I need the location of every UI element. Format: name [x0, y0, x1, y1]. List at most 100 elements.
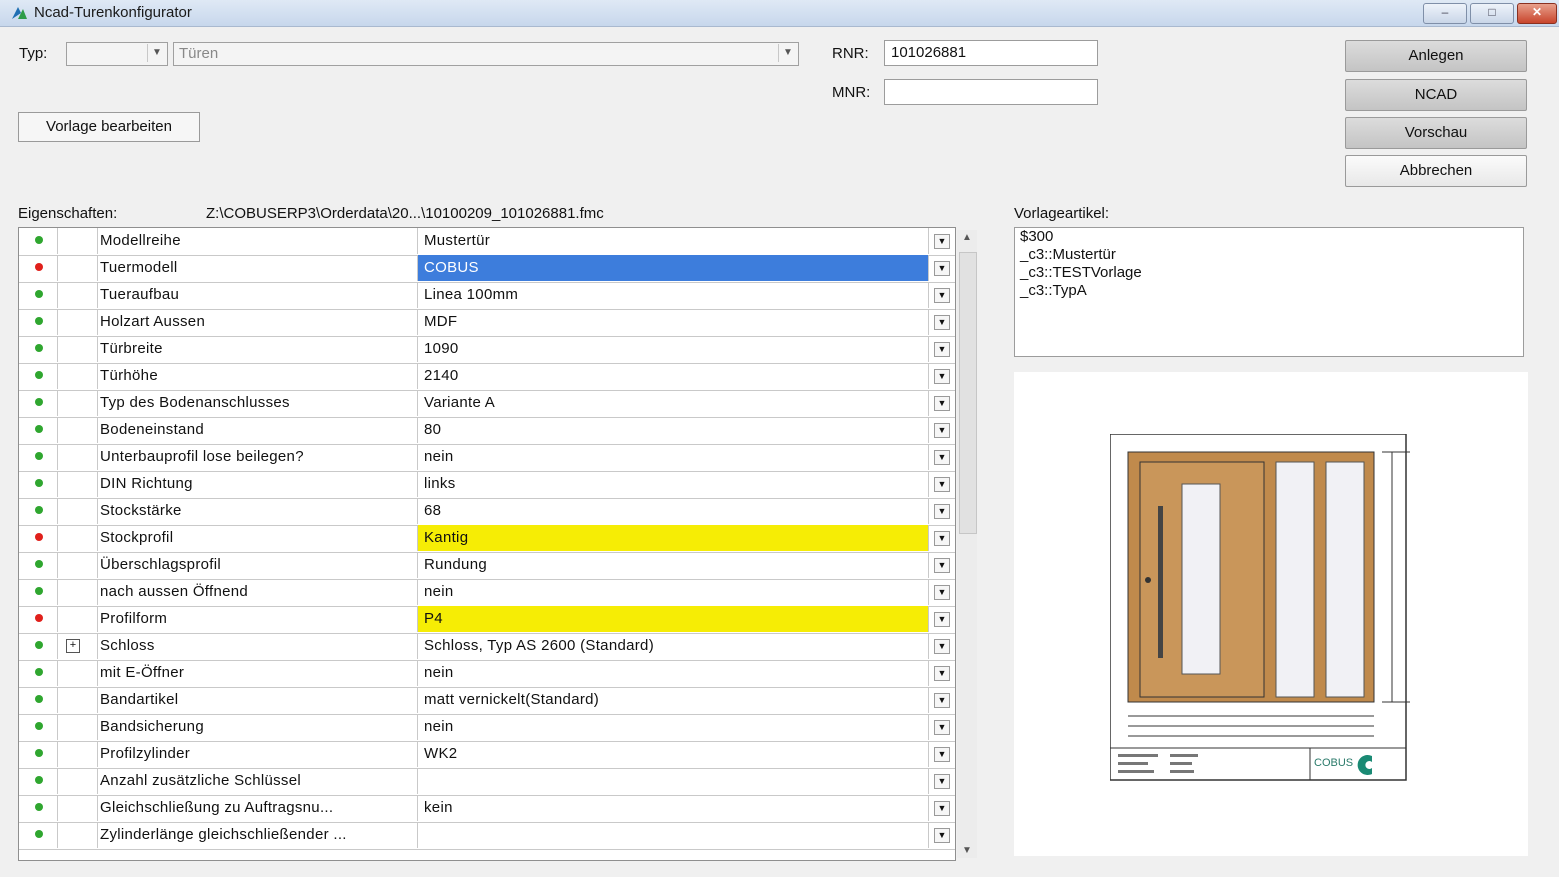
dropdown-cell[interactable]: ▼ [929, 309, 954, 335]
vorschau-button[interactable]: Vorschau [1345, 117, 1527, 149]
property-row[interactable]: Türhöhe 2140 ▼ [19, 363, 955, 391]
dropdown-cell[interactable]: ▼ [929, 606, 954, 632]
chevron-down-icon[interactable]: ▼ [934, 342, 950, 357]
dropdown-cell[interactable]: ▼ [929, 255, 954, 281]
vorlage-bearbeiten-button[interactable]: Vorlage bearbeiten [18, 112, 200, 142]
dropdown-cell[interactable]: ▼ [929, 660, 954, 686]
dropdown-cell[interactable]: ▼ [929, 336, 954, 362]
chevron-down-icon[interactable]: ▼ [934, 423, 950, 438]
property-row[interactable]: Typ des Bodenanschlusses Variante A ▼ [19, 390, 955, 418]
property-row[interactable]: Holzart Aussen MDF ▼ [19, 309, 955, 337]
chevron-down-icon[interactable]: ▼ [934, 666, 950, 681]
chevron-down-icon[interactable]: ▼ [934, 774, 950, 789]
dropdown-cell[interactable]: ▼ [929, 741, 954, 767]
property-row[interactable]: Unterbauprofil lose beilegen? nein ▼ [19, 444, 955, 472]
dropdown-cell[interactable]: ▼ [929, 822, 954, 848]
dropdown-cell[interactable]: ▼ [929, 471, 954, 497]
chevron-down-icon[interactable]: ▼ [934, 504, 950, 519]
property-value-cell[interactable]: Rundung [418, 552, 929, 578]
chevron-down-icon[interactable]: ▼ [934, 612, 950, 627]
chevron-down-icon[interactable]: ▼ [934, 234, 950, 249]
property-value-cell[interactable]: 2140 [418, 363, 929, 389]
dropdown-cell[interactable]: ▼ [929, 498, 954, 524]
property-row[interactable]: Zylinderlänge gleichschließender ... ▼ [19, 822, 955, 850]
chevron-down-icon[interactable]: ▼ [934, 477, 950, 492]
chevron-down-icon[interactable]: ▼ [934, 693, 950, 708]
property-value-cell[interactable]: 80 [418, 417, 929, 443]
property-row[interactable]: Modellreihe Mustertür ▼ [19, 228, 955, 256]
property-value-cell[interactable]: nein [418, 660, 929, 686]
property-row[interactable]: Anzahl zusätzliche Schlüssel ▼ [19, 768, 955, 796]
chevron-down-icon[interactable]: ▼ [934, 531, 950, 546]
property-row[interactable]: Tuermodell COBUS ▼ [19, 255, 955, 283]
property-row[interactable]: Türbreite 1090 ▼ [19, 336, 955, 364]
anlegen-button[interactable]: Anlegen [1345, 40, 1527, 72]
property-value-cell[interactable]: P4 [418, 606, 929, 632]
chevron-down-icon[interactable]: ▼ [934, 288, 950, 303]
chevron-down-icon[interactable]: ▼ [934, 801, 950, 816]
dropdown-cell[interactable]: ▼ [929, 228, 954, 254]
maximize-button[interactable]: □ [1470, 3, 1514, 24]
property-value-cell[interactable] [418, 822, 929, 848]
turen-combo[interactable]: Türen ▼ [173, 42, 799, 66]
property-value-cell[interactable]: MDF [418, 309, 929, 335]
rnr-field[interactable]: 101026881 [884, 40, 1098, 66]
typ-combo[interactable]: ▼ [66, 42, 168, 66]
property-row[interactable]: Bandsicherung nein ▼ [19, 714, 955, 742]
chevron-down-icon[interactable]: ▼ [934, 747, 950, 762]
grid-scrollbar[interactable]: ▲ ▼ [957, 230, 977, 858]
abbrechen-button[interactable]: Abbrechen [1345, 155, 1527, 187]
scroll-up-icon[interactable]: ▲ [957, 232, 977, 243]
property-row[interactable]: Tueraufbau Linea 100mm ▼ [19, 282, 955, 310]
chevron-down-icon[interactable]: ▼ [934, 639, 950, 654]
dropdown-cell[interactable]: ▼ [929, 417, 954, 443]
property-row[interactable]: Stockstärke 68 ▼ [19, 498, 955, 526]
property-value-cell[interactable]: 68 [418, 498, 929, 524]
property-value-cell[interactable] [418, 768, 929, 794]
dropdown-cell[interactable]: ▼ [929, 525, 954, 551]
property-row[interactable]: nach aussen Öffnend nein ▼ [19, 579, 955, 607]
property-row[interactable]: Bandartikel matt vernickelt(Standard) ▼ [19, 687, 955, 715]
expand-plus-icon[interactable]: + [66, 639, 80, 653]
property-value-cell[interactable]: COBUS [418, 255, 929, 281]
chevron-down-icon[interactable]: ▼ [934, 558, 950, 573]
property-value-cell[interactable]: Kantig [418, 525, 929, 551]
dropdown-cell[interactable]: ▼ [929, 282, 954, 308]
property-value-cell[interactable]: Linea 100mm [418, 282, 929, 308]
chevron-down-icon[interactable]: ▼ [934, 261, 950, 276]
property-value-cell[interactable]: links [418, 471, 929, 497]
property-row[interactable]: Bodeneinstand 80 ▼ [19, 417, 955, 445]
dropdown-cell[interactable]: ▼ [929, 552, 954, 578]
dropdown-cell[interactable]: ▼ [929, 579, 954, 605]
property-value-cell[interactable]: nein [418, 444, 929, 470]
scroll-thumb[interactable] [959, 252, 977, 534]
property-row[interactable]: mit E-Öffner nein ▼ [19, 660, 955, 688]
chevron-down-icon[interactable]: ▼ [934, 720, 950, 735]
property-value-cell[interactable]: 1090 [418, 336, 929, 362]
minimize-button[interactable]: – [1423, 3, 1467, 24]
dropdown-cell[interactable]: ▼ [929, 714, 954, 740]
dropdown-cell[interactable]: ▼ [929, 768, 954, 794]
property-value-cell[interactable]: matt vernickelt(Standard) [418, 687, 929, 713]
property-value-cell[interactable]: WK2 [418, 741, 929, 767]
property-row[interactable]: + Schloss Schloss, Typ AS 2600 (Standard) ▼ [19, 633, 955, 661]
dropdown-cell[interactable]: ▼ [929, 444, 954, 470]
mnr-field[interactable] [884, 79, 1098, 105]
property-row[interactable]: Überschlagsprofil Rundung ▼ [19, 552, 955, 580]
property-value-cell[interactable]: Mustertür [418, 228, 929, 254]
ncad-button[interactable]: NCAD [1345, 79, 1527, 111]
property-value-cell[interactable]: Variante A [418, 390, 929, 416]
chevron-down-icon[interactable]: ▼ [934, 828, 950, 843]
property-value-cell[interactable]: nein [418, 579, 929, 605]
property-row[interactable]: Gleichschließung zu Auftragsnu... kein ▼ [19, 795, 955, 823]
chevron-down-icon[interactable]: ▼ [934, 396, 950, 411]
property-value-cell[interactable]: kein [418, 795, 929, 821]
dropdown-cell[interactable]: ▼ [929, 795, 954, 821]
dropdown-cell[interactable]: ▼ [929, 390, 954, 416]
property-row[interactable]: Profilzylinder WK2 ▼ [19, 741, 955, 769]
property-row[interactable]: Stockprofil Kantig ▼ [19, 525, 955, 553]
chevron-down-icon[interactable]: ▼ [934, 369, 950, 384]
dropdown-cell[interactable]: ▼ [929, 633, 954, 659]
property-value-cell[interactable]: nein [418, 714, 929, 740]
property-row[interactable]: Profilform P4 ▼ [19, 606, 955, 634]
